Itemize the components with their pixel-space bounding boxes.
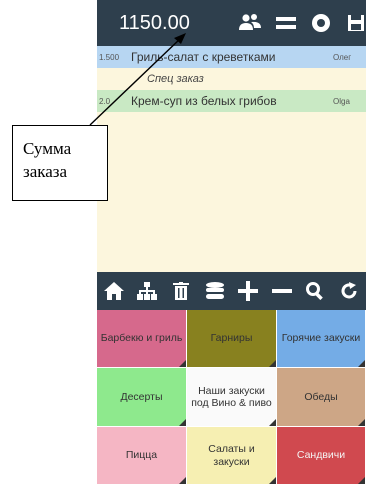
- plus-icon[interactable]: [231, 272, 265, 310]
- category-grid: Барбекю и гриль Гарниры Горячие закуски …: [97, 310, 366, 485]
- home-icon[interactable]: [97, 272, 131, 310]
- category-tile[interactable]: Барбекю и гриль: [97, 310, 187, 368]
- category-tile[interactable]: Десерты: [97, 368, 187, 427]
- action-toolbar: [97, 272, 366, 310]
- order-total: 1150.00: [119, 11, 190, 34]
- order-row[interactable]: 1.500 Гриль-салат с креветками Олег: [97, 46, 366, 68]
- order-header: 1150.00: [97, 0, 366, 46]
- category-label: Десерты: [120, 390, 163, 403]
- database-icon[interactable]: [198, 272, 232, 310]
- corner-marker-icon: [269, 360, 276, 367]
- category-label: Барбекю и гриль: [100, 332, 183, 345]
- category-tile[interactable]: Пицца: [97, 427, 187, 485]
- hierarchy-icon[interactable]: [131, 272, 165, 310]
- special-order-note[interactable]: Спец заказ: [97, 68, 366, 90]
- save-icon[interactable]: [345, 12, 366, 34]
- corner-marker-icon: [179, 419, 186, 426]
- category-tile[interactable]: Гарниры: [187, 310, 277, 368]
- order-row[interactable]: 2.0 Крем-суп из белых грибов Olga: [97, 90, 366, 112]
- order-row-waiter: Olga: [333, 96, 350, 106]
- trash-icon[interactable]: [164, 272, 198, 310]
- corner-marker-icon: [358, 419, 365, 426]
- corner-marker-icon: [179, 360, 186, 367]
- order-row-qty: 2.0: [99, 96, 111, 106]
- refresh-icon[interactable]: [332, 272, 366, 310]
- annotation-line-1: Сумма: [23, 139, 72, 158]
- users-icon[interactable]: [239, 12, 262, 34]
- category-tile[interactable]: Наши закуски под Вино & пиво: [187, 368, 277, 427]
- corner-marker-icon: [358, 477, 365, 484]
- corner-marker-icon: [179, 477, 186, 484]
- category-label: Гарниры: [210, 332, 253, 345]
- pos-screen: 1150.00 1.500 Гриль-салат с креветками О…: [97, 0, 366, 485]
- annotation-line-2: заказа: [23, 161, 68, 181]
- order-row-qty: 1.500: [99, 52, 120, 62]
- category-label: Сандвичи: [296, 449, 346, 462]
- corner-marker-icon: [269, 477, 276, 484]
- corner-marker-icon: [269, 419, 276, 426]
- category-label: Горячие закуски: [281, 332, 361, 345]
- category-tile[interactable]: Обеды: [277, 368, 366, 427]
- order-row-waiter: Олег: [333, 52, 352, 62]
- category-label: Пицца: [125, 449, 158, 462]
- category-tile[interactable]: Сандвичи: [277, 427, 366, 485]
- menu-icon[interactable]: [275, 12, 296, 34]
- search-icon[interactable]: [299, 272, 333, 310]
- order-row-name: Гриль-салат с креветками: [131, 50, 276, 64]
- order-list: 1.500 Гриль-салат с креветками Олег Спец…: [97, 46, 366, 272]
- category-label: Наши закуски под Вино & пиво: [191, 384, 272, 409]
- corner-marker-icon: [358, 360, 365, 367]
- order-row-name: Крем-суп из белых грибов: [131, 94, 277, 108]
- settings-icon[interactable]: [310, 12, 331, 34]
- category-tile[interactable]: Салаты и закуски: [187, 427, 277, 485]
- category-label: Салаты и закуски: [208, 443, 255, 468]
- category-tile[interactable]: Горячие закуски: [277, 310, 366, 368]
- minus-icon[interactable]: [265, 272, 299, 310]
- category-label: Обеды: [304, 390, 338, 403]
- annotation-callout: Сумма заказа: [12, 125, 108, 201]
